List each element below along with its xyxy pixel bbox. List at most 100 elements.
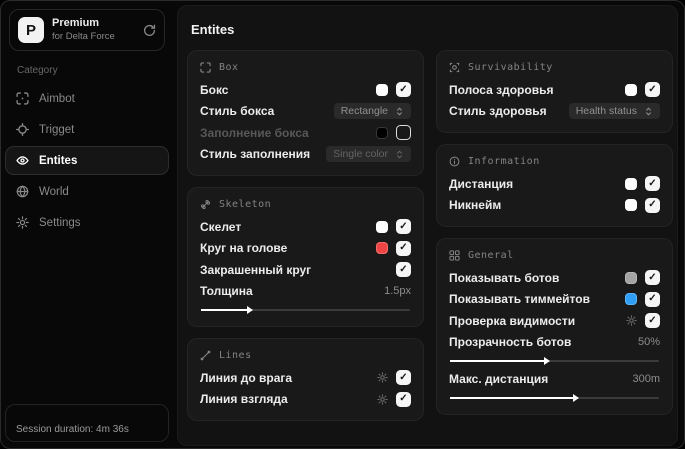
setting-row: Линия до врага bbox=[200, 367, 411, 389]
setting-label: Макс. дистанция bbox=[449, 371, 549, 386]
setting-row: Показывать тиммейтов bbox=[449, 289, 660, 311]
viewfinder-icon bbox=[200, 62, 211, 73]
setting-label: Полоса здоровья bbox=[449, 82, 554, 97]
category-label: Category bbox=[17, 65, 58, 76]
pulse-icon bbox=[449, 62, 460, 73]
color-swatch[interactable] bbox=[625, 177, 637, 190]
setting-label: Никнейм bbox=[449, 198, 502, 213]
slider-fill bbox=[450, 393, 580, 402]
card-title: General bbox=[468, 250, 514, 261]
card-information: Information Дистанция Никнейм bbox=[436, 144, 673, 227]
setting-label: Проверка видимости bbox=[449, 313, 576, 328]
card-title: Skeleton bbox=[219, 199, 272, 210]
session-duration: Session duration: 4m 36s bbox=[5, 404, 169, 442]
health-style-select[interactable]: Health status bbox=[568, 103, 660, 120]
setting-label: Линия взгляда bbox=[200, 392, 288, 407]
sync-icon[interactable] bbox=[143, 24, 156, 37]
bone-icon bbox=[200, 199, 211, 210]
sidebar-item-label: Settings bbox=[39, 216, 81, 229]
setting-label: Круг на голове bbox=[200, 241, 288, 256]
fill-style-select[interactable]: Single color bbox=[326, 146, 411, 163]
slider-fill bbox=[201, 306, 254, 314]
sidebar-item-label: World bbox=[39, 185, 69, 198]
checkbox[interactable] bbox=[396, 219, 411, 235]
color-swatch[interactable] bbox=[625, 271, 637, 284]
color-swatch[interactable] bbox=[625, 199, 637, 212]
setting-row: Стиль здоровья Health status bbox=[449, 101, 660, 123]
card-title: Survivability bbox=[468, 62, 553, 73]
setting-label: Бокс bbox=[200, 82, 229, 97]
setting-label: Линия до врага bbox=[200, 370, 293, 385]
setting-row: Никнейм bbox=[449, 195, 660, 217]
line-icon bbox=[200, 350, 211, 361]
checkbox[interactable] bbox=[396, 370, 411, 386]
slider-value: 50% bbox=[637, 336, 660, 349]
color-swatch[interactable] bbox=[625, 293, 637, 306]
checkbox[interactable] bbox=[645, 313, 660, 329]
sidebar-item-trigget[interactable]: Trigget bbox=[5, 115, 169, 144]
globe-icon bbox=[16, 185, 29, 198]
max-distance-slider[interactable] bbox=[450, 393, 659, 402]
sidebar-item-label: Trigget bbox=[39, 123, 75, 136]
eye-icon bbox=[16, 154, 29, 167]
visibility-config-gear-icon[interactable] bbox=[626, 315, 637, 327]
grid-icon bbox=[449, 250, 460, 261]
unfold-icon bbox=[644, 106, 653, 117]
sidebar-item-aimbot[interactable]: Aimbot bbox=[5, 84, 169, 113]
slider-value: 1.5px bbox=[384, 285, 411, 298]
checkbox[interactable] bbox=[645, 82, 660, 98]
unfold-icon bbox=[395, 149, 404, 160]
setting-label: Стиль здоровья bbox=[449, 104, 547, 119]
setting-row: Проверка видимости bbox=[449, 310, 660, 332]
color-swatch[interactable] bbox=[376, 220, 388, 233]
thickness-slider[interactable] bbox=[201, 306, 410, 314]
sidebar-item-entites[interactable]: Entites bbox=[5, 146, 169, 175]
checkbox[interactable] bbox=[396, 262, 411, 278]
checkbox[interactable] bbox=[396, 82, 411, 98]
setting-row: Заполнение бокса bbox=[200, 122, 411, 144]
setting-label: Скелет bbox=[200, 219, 242, 234]
checkbox[interactable] bbox=[645, 291, 660, 307]
checkbox[interactable] bbox=[396, 240, 411, 256]
checkbox[interactable] bbox=[645, 197, 660, 213]
sidebar-item-settings[interactable]: Settings bbox=[5, 208, 169, 237]
select-value: Single color bbox=[333, 148, 388, 161]
sidebar-item-world[interactable]: World bbox=[5, 177, 169, 206]
color-swatch[interactable] bbox=[376, 83, 388, 96]
slider-value: 300m bbox=[632, 372, 660, 385]
checkbox[interactable] bbox=[396, 125, 411, 141]
setting-row: Макс. дистанция 300m bbox=[449, 368, 660, 390]
checkbox[interactable] bbox=[396, 391, 411, 407]
unfold-icon bbox=[395, 106, 404, 117]
setting-row: Круг на голове bbox=[200, 238, 411, 260]
checkbox[interactable] bbox=[645, 270, 660, 286]
line-config-gear-icon[interactable] bbox=[377, 393, 388, 405]
target-icon bbox=[16, 123, 29, 136]
gear-icon bbox=[16, 216, 29, 229]
setting-row: Прозрачность ботов 50% bbox=[449, 332, 660, 354]
brand-subtitle: for Delta Force bbox=[52, 30, 115, 42]
checkbox[interactable] bbox=[645, 176, 660, 192]
card-survivability: Survivability Полоса здоровья Стиль здор… bbox=[436, 50, 673, 133]
color-swatch[interactable] bbox=[376, 126, 388, 139]
crosshair-icon bbox=[16, 92, 29, 105]
setting-row: Дистанция bbox=[449, 173, 660, 195]
setting-row: Стиль заполнения Single color bbox=[200, 144, 411, 166]
sidebar-item-label: Entites bbox=[39, 154, 78, 167]
box-style-select[interactable]: Rectangle bbox=[333, 103, 411, 120]
setting-row: Бокс bbox=[200, 79, 411, 101]
setting-row: Закрашенный круг bbox=[200, 259, 411, 281]
setting-label: Дистанция bbox=[449, 176, 514, 191]
select-value: Health status bbox=[575, 105, 637, 118]
main-panel: Entites Box Бокс ✓ Стиль бокса Rectangle… bbox=[177, 5, 678, 446]
line-config-gear-icon[interactable] bbox=[377, 372, 388, 384]
card-title: Information bbox=[468, 156, 540, 167]
app-window: P Premium for Delta Force Category Aimbo… bbox=[0, 0, 685, 449]
color-swatch[interactable] bbox=[376, 242, 388, 255]
bot-opacity-slider[interactable] bbox=[450, 357, 659, 365]
card-general: General Показывать ботов Показывать тимм… bbox=[436, 238, 673, 415]
setting-label: Стиль заполнения bbox=[200, 147, 311, 162]
color-swatch[interactable] bbox=[625, 83, 637, 96]
card-title: Box bbox=[219, 62, 239, 73]
slider-fill bbox=[450, 357, 551, 365]
